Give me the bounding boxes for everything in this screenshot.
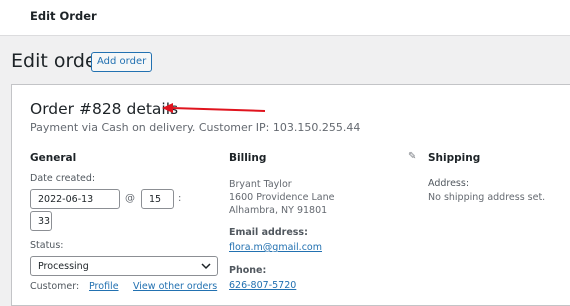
hour-input[interactable]: 15	[141, 189, 174, 209]
edit-billing-pencil-icon[interactable]: ✎	[408, 151, 416, 162]
billing-address-line3: Alhambra, NY 91801	[229, 205, 328, 216]
email-link[interactable]: flora.m@gmail.com	[229, 242, 322, 253]
billing-title: Billing	[229, 152, 267, 164]
order-heading: Order #828 details	[30, 100, 179, 118]
time-separator: :	[178, 193, 182, 204]
shipping-title: Shipping	[428, 152, 481, 164]
date-created-input[interactable]: 2022-06-13	[30, 189, 120, 209]
phone-label: Phone:	[229, 265, 267, 276]
email-label: Email address:	[229, 227, 308, 238]
status-select[interactable]: Processing	[30, 256, 218, 276]
general-title: General	[30, 152, 77, 164]
date-created-label: Date created:	[30, 173, 96, 184]
annotation-arrow-icon	[162, 103, 266, 113]
at-separator: @	[125, 193, 135, 204]
shipping-address-label: Address:	[428, 178, 470, 189]
minute-input[interactable]: 33	[30, 211, 52, 231]
top-bar: Edit Order	[0, 0, 570, 36]
phone-link[interactable]: 626-807-5720	[229, 280, 296, 291]
top-bar-title: Edit Order	[30, 9, 97, 23]
status-selected-value: Processing	[38, 261, 89, 272]
order-subtitle: Payment via Cash on delivery. Customer I…	[30, 121, 361, 134]
shipping-address-value: No shipping address set.	[428, 192, 546, 203]
status-label: Status:	[30, 240, 64, 251]
billing-address-line2: 1600 Providence Lane	[229, 192, 335, 203]
chevron-down-icon	[201, 263, 211, 270]
billing-address-line1: Bryant Taylor	[229, 179, 292, 190]
add-order-button[interactable]: Add order	[91, 52, 153, 72]
